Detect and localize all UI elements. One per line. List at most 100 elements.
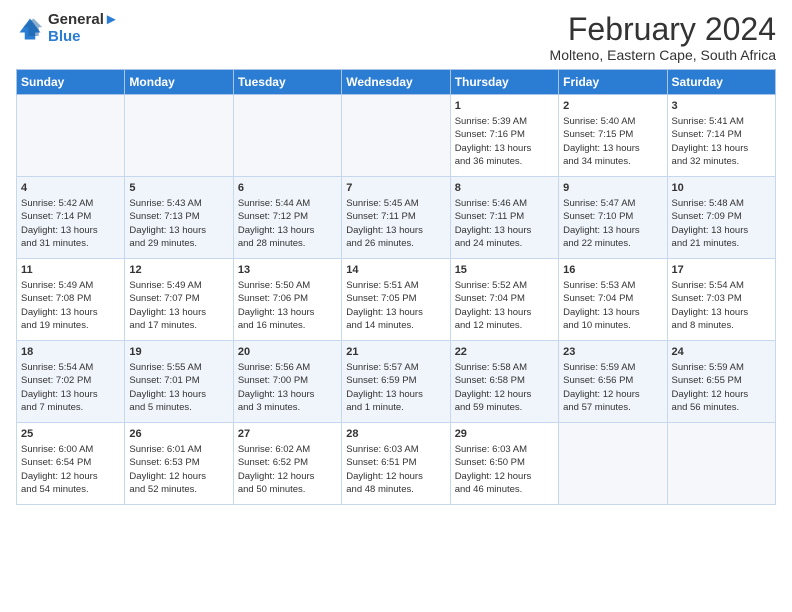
calendar-cell-w2-d2: 5Sunrise: 5:43 AM Sunset: 7:13 PM Daylig… (125, 177, 233, 259)
day-info: Sunrise: 5:54 AM Sunset: 7:02 PM Dayligh… (21, 361, 120, 414)
calendar-cell-w1-d1 (17, 95, 125, 177)
calendar-cell-w4-d4: 21Sunrise: 5:57 AM Sunset: 6:59 PM Dayli… (342, 341, 450, 423)
day-number: 23 (563, 345, 662, 360)
day-info: Sunrise: 5:55 AM Sunset: 7:01 PM Dayligh… (129, 361, 228, 414)
calendar-cell-w1-d2 (125, 95, 233, 177)
day-number: 4 (21, 181, 120, 196)
logo-text: General► Blue (48, 12, 119, 45)
logo: General► Blue (16, 12, 119, 45)
day-info: Sunrise: 5:45 AM Sunset: 7:11 PM Dayligh… (346, 197, 445, 250)
day-number: 19 (129, 345, 228, 360)
day-number: 16 (563, 263, 662, 278)
day-info: Sunrise: 5:49 AM Sunset: 7:07 PM Dayligh… (129, 279, 228, 332)
day-number: 7 (346, 181, 445, 196)
day-number: 14 (346, 263, 445, 278)
day-info: Sunrise: 5:41 AM Sunset: 7:14 PM Dayligh… (672, 115, 771, 168)
day-info: Sunrise: 6:03 AM Sunset: 6:51 PM Dayligh… (346, 443, 445, 496)
calendar-cell-w2-d4: 7Sunrise: 5:45 AM Sunset: 7:11 PM Daylig… (342, 177, 450, 259)
day-number: 26 (129, 427, 228, 442)
calendar-cell-w5-d1: 25Sunrise: 6:00 AM Sunset: 6:54 PM Dayli… (17, 423, 125, 505)
day-info: Sunrise: 6:00 AM Sunset: 6:54 PM Dayligh… (21, 443, 120, 496)
day-info: Sunrise: 5:46 AM Sunset: 7:11 PM Dayligh… (455, 197, 554, 250)
page: General► Blue February 2024 Molteno, Eas… (0, 0, 792, 513)
calendar-cell-w5-d6 (559, 423, 667, 505)
calendar-cell-w4-d1: 18Sunrise: 5:54 AM Sunset: 7:02 PM Dayli… (17, 341, 125, 423)
calendar-week-4: 18Sunrise: 5:54 AM Sunset: 7:02 PM Dayli… (17, 341, 776, 423)
day-info: Sunrise: 5:44 AM Sunset: 7:12 PM Dayligh… (238, 197, 337, 250)
calendar-cell-w4-d7: 24Sunrise: 5:59 AM Sunset: 6:55 PM Dayli… (667, 341, 775, 423)
calendar-cell-w1-d7: 3Sunrise: 5:41 AM Sunset: 7:14 PM Daylig… (667, 95, 775, 177)
calendar-cell-w4-d2: 19Sunrise: 5:55 AM Sunset: 7:01 PM Dayli… (125, 341, 233, 423)
title-block: February 2024 Molteno, Eastern Cape, Sou… (550, 12, 776, 63)
day-info: Sunrise: 5:50 AM Sunset: 7:06 PM Dayligh… (238, 279, 337, 332)
calendar-cell-w1-d5: 1Sunrise: 5:39 AM Sunset: 7:16 PM Daylig… (450, 95, 558, 177)
day-number: 22 (455, 345, 554, 360)
day-info: Sunrise: 6:02 AM Sunset: 6:52 PM Dayligh… (238, 443, 337, 496)
day-number: 13 (238, 263, 337, 278)
header-saturday: Saturday (667, 70, 775, 95)
header-wednesday: Wednesday (342, 70, 450, 95)
day-info: Sunrise: 5:51 AM Sunset: 7:05 PM Dayligh… (346, 279, 445, 332)
day-number: 1 (455, 99, 554, 114)
day-info: Sunrise: 6:01 AM Sunset: 6:53 PM Dayligh… (129, 443, 228, 496)
header-monday: Monday (125, 70, 233, 95)
day-number: 18 (21, 345, 120, 360)
day-info: Sunrise: 5:53 AM Sunset: 7:04 PM Dayligh… (563, 279, 662, 332)
day-info: Sunrise: 5:59 AM Sunset: 6:56 PM Dayligh… (563, 361, 662, 414)
day-number: 27 (238, 427, 337, 442)
day-number: 11 (21, 263, 120, 278)
day-info: Sunrise: 5:57 AM Sunset: 6:59 PM Dayligh… (346, 361, 445, 414)
day-number: 24 (672, 345, 771, 360)
calendar-cell-w3-d1: 11Sunrise: 5:49 AM Sunset: 7:08 PM Dayli… (17, 259, 125, 341)
calendar-cell-w4-d3: 20Sunrise: 5:56 AM Sunset: 7:00 PM Dayli… (233, 341, 341, 423)
calendar-week-5: 25Sunrise: 6:00 AM Sunset: 6:54 PM Dayli… (17, 423, 776, 505)
weekday-header-row: Sunday Monday Tuesday Wednesday Thursday… (17, 70, 776, 95)
calendar-cell-w3-d7: 17Sunrise: 5:54 AM Sunset: 7:03 PM Dayli… (667, 259, 775, 341)
calendar-cell-w2-d5: 8Sunrise: 5:46 AM Sunset: 7:11 PM Daylig… (450, 177, 558, 259)
calendar-cell-w1-d3 (233, 95, 341, 177)
day-info: Sunrise: 5:42 AM Sunset: 7:14 PM Dayligh… (21, 197, 120, 250)
calendar-cell-w5-d7 (667, 423, 775, 505)
day-number: 5 (129, 181, 228, 196)
calendar-cell-w2-d7: 10Sunrise: 5:48 AM Sunset: 7:09 PM Dayli… (667, 177, 775, 259)
calendar-cell-w5-d5: 29Sunrise: 6:03 AM Sunset: 6:50 PM Dayli… (450, 423, 558, 505)
calendar-week-2: 4Sunrise: 5:42 AM Sunset: 7:14 PM Daylig… (17, 177, 776, 259)
calendar-cell-w2-d1: 4Sunrise: 5:42 AM Sunset: 7:14 PM Daylig… (17, 177, 125, 259)
day-info: Sunrise: 5:40 AM Sunset: 7:15 PM Dayligh… (563, 115, 662, 168)
day-info: Sunrise: 5:49 AM Sunset: 7:08 PM Dayligh… (21, 279, 120, 332)
day-number: 29 (455, 427, 554, 442)
calendar-cell-w4-d6: 23Sunrise: 5:59 AM Sunset: 6:56 PM Dayli… (559, 341, 667, 423)
calendar-week-1: 1Sunrise: 5:39 AM Sunset: 7:16 PM Daylig… (17, 95, 776, 177)
day-number: 20 (238, 345, 337, 360)
location-subtitle: Molteno, Eastern Cape, South Africa (550, 47, 776, 63)
day-number: 3 (672, 99, 771, 114)
day-info: Sunrise: 5:52 AM Sunset: 7:04 PM Dayligh… (455, 279, 554, 332)
logo-icon (16, 15, 44, 43)
calendar-cell-w3-d6: 16Sunrise: 5:53 AM Sunset: 7:04 PM Dayli… (559, 259, 667, 341)
day-info: Sunrise: 5:39 AM Sunset: 7:16 PM Dayligh… (455, 115, 554, 168)
day-info: Sunrise: 5:59 AM Sunset: 6:55 PM Dayligh… (672, 361, 771, 414)
calendar-cell-w2-d6: 9Sunrise: 5:47 AM Sunset: 7:10 PM Daylig… (559, 177, 667, 259)
calendar-cell-w3-d3: 13Sunrise: 5:50 AM Sunset: 7:06 PM Dayli… (233, 259, 341, 341)
calendar-cell-w5-d3: 27Sunrise: 6:02 AM Sunset: 6:52 PM Dayli… (233, 423, 341, 505)
calendar-cell-w3-d4: 14Sunrise: 5:51 AM Sunset: 7:05 PM Dayli… (342, 259, 450, 341)
header-friday: Friday (559, 70, 667, 95)
day-number: 17 (672, 263, 771, 278)
day-info: Sunrise: 5:56 AM Sunset: 7:00 PM Dayligh… (238, 361, 337, 414)
day-number: 12 (129, 263, 228, 278)
calendar-cell-w2-d3: 6Sunrise: 5:44 AM Sunset: 7:12 PM Daylig… (233, 177, 341, 259)
day-info: Sunrise: 5:43 AM Sunset: 7:13 PM Dayligh… (129, 197, 228, 250)
day-info: Sunrise: 6:03 AM Sunset: 6:50 PM Dayligh… (455, 443, 554, 496)
day-number: 21 (346, 345, 445, 360)
calendar-cell-w1-d4 (342, 95, 450, 177)
calendar-cell-w3-d5: 15Sunrise: 5:52 AM Sunset: 7:04 PM Dayli… (450, 259, 558, 341)
calendar-cell-w5-d2: 26Sunrise: 6:01 AM Sunset: 6:53 PM Dayli… (125, 423, 233, 505)
calendar-cell-w5-d4: 28Sunrise: 6:03 AM Sunset: 6:51 PM Dayli… (342, 423, 450, 505)
day-number: 10 (672, 181, 771, 196)
header-sunday: Sunday (17, 70, 125, 95)
calendar-cell-w3-d2: 12Sunrise: 5:49 AM Sunset: 7:07 PM Dayli… (125, 259, 233, 341)
day-number: 2 (563, 99, 662, 114)
calendar-table: Sunday Monday Tuesday Wednesday Thursday… (16, 69, 776, 505)
day-number: 25 (21, 427, 120, 442)
day-number: 28 (346, 427, 445, 442)
